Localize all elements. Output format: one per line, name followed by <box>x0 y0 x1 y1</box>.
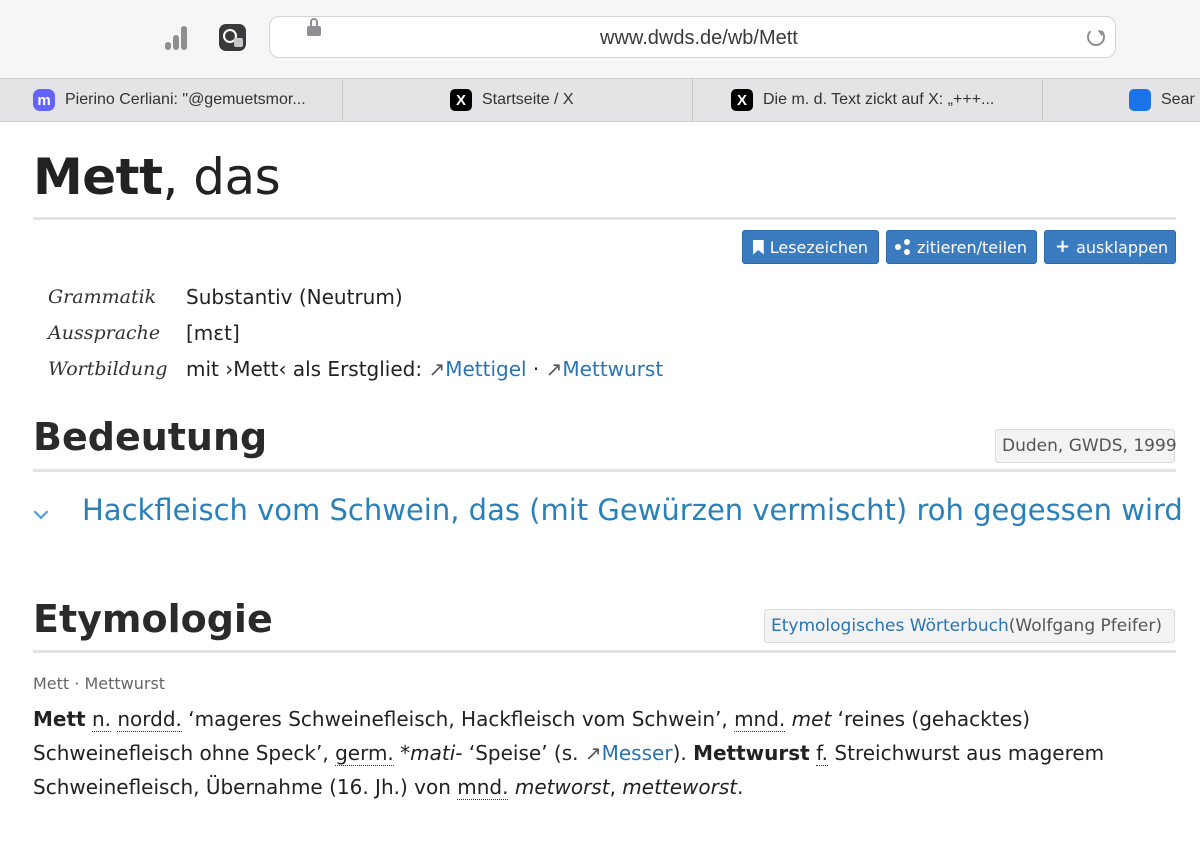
abbr-language[interactable]: mnd. <box>457 775 509 800</box>
etym-form: metteworst <box>622 775 738 799</box>
bookmark-button[interactable]: Lesezeichen <box>742 230 879 264</box>
etymology-text: Mett n. nordd. ‘mageres Schweinefleisch,… <box>33 702 1173 804</box>
etym-text: ‘mageres Schweinefleisch, Hackfleisch vo… <box>181 707 735 731</box>
etym-form: metworst <box>514 775 610 799</box>
etym-form: met <box>791 707 832 731</box>
article: , das <box>162 148 281 206</box>
tab-mastodon[interactable]: m Pierino Cerliani: "@gemuetsmor... <box>0 79 343 121</box>
grammatik-value: Substantiv (Neutrum) <box>186 285 403 309</box>
url-text[interactable]: www.dwds.de/wb/Mett <box>600 27 798 50</box>
etym-text: . <box>737 775 744 799</box>
plus-icon: + <box>1055 236 1071 257</box>
link-mettigel[interactable]: Mettigel <box>445 357 526 381</box>
tab-search[interactable]: Sear <box>1043 79 1200 121</box>
etym-form: *mati- <box>400 741 463 765</box>
etym-text: ‘Speise’ (s. <box>462 741 585 765</box>
bookmark-icon <box>753 239 764 255</box>
tab-label: Startseite / X <box>482 91 574 108</box>
abbr-region[interactable]: nordd. <box>117 707 182 732</box>
meaning-text: Hackfleisch vom Schwein, das (mit Gewürz… <box>82 493 1183 527</box>
mastodon-icon: m <box>33 89 55 111</box>
page-title: Mett, das <box>33 148 281 206</box>
tab-label: Pierino Cerliani: "@gemuetsmor... <box>65 91 306 108</box>
lock-icon <box>307 18 321 36</box>
arrow-ne-icon: ↗ <box>545 357 563 381</box>
grammatik-label: Grammatik <box>48 286 157 308</box>
abbr-language[interactable]: mnd. <box>734 707 786 732</box>
aussprache-label: Aussprache <box>48 322 161 344</box>
x-icon: X <box>731 89 753 111</box>
bedeutung-heading: Bedeutung <box>33 415 268 459</box>
signal-bars-icon[interactable] <box>163 22 191 50</box>
bedeutung-source: Duden, GWDS, 1999 <box>995 429 1177 463</box>
etym-text: ). <box>672 741 694 765</box>
abbr-language[interactable]: germ. <box>335 741 394 766</box>
x-icon: X <box>450 89 472 111</box>
cite-share-button[interactable]: zitieren/teilen <box>886 230 1037 264</box>
headword: Mettwurst <box>693 741 810 765</box>
etymologie-source: Etymologisches Wörterbuch (Wolfgang Pfei… <box>764 609 1175 643</box>
tab-x-home[interactable]: X Startseite / X <box>343 79 693 121</box>
wortbildung-value: mit ›Mett‹ als Erstglied: ↗Mettigel · ↗M… <box>186 357 664 381</box>
wortbildung-label: Wortbildung <box>48 358 168 380</box>
bookmark-label: Lesezeichen <box>769 237 868 257</box>
etymology-subheading: Mett · Mettwurst <box>33 674 166 693</box>
chevron-down-icon[interactable] <box>33 504 49 520</box>
etym-text: , <box>609 775 623 799</box>
tab-x-post[interactable]: X Die m. d. Text zickt auf X: „+++... <box>693 79 1043 121</box>
reload-icon[interactable] <box>1087 28 1105 46</box>
aussprache-value: [mɛt] <box>186 321 240 345</box>
arrow-ne-icon: ↗ <box>584 741 602 765</box>
lemma: Mett <box>33 148 163 206</box>
bedeutung-divider <box>33 469 1176 472</box>
search-icon <box>1129 89 1151 111</box>
extension-icon[interactable] <box>219 24 246 51</box>
tab-bar: m Pierino Cerliani: "@gemuetsmor... X St… <box>0 78 1200 122</box>
title-divider <box>33 217 1176 220</box>
link-mettwurst[interactable]: Mettwurst <box>562 357 663 381</box>
wortbildung-prefix: mit ›Mett‹ als Erstglied: <box>186 357 423 381</box>
cite-share-label: zitieren/teilen <box>917 237 1027 257</box>
link-messer[interactable]: Messer <box>602 741 673 765</box>
tab-label: Die m. d. Text zickt auf X: „+++... <box>763 91 995 108</box>
expand-label: ausklappen <box>1076 237 1169 257</box>
etymologie-divider <box>33 650 1176 653</box>
share-icon <box>895 239 911 255</box>
etymologie-heading: Etymologie <box>33 597 273 641</box>
abbr-gender[interactable]: f. <box>816 741 829 766</box>
etym-dictionary-link[interactable]: Etymologisches Wörterbuch <box>771 616 1009 636</box>
tab-label: Sear <box>1161 91 1195 108</box>
headword: Mett <box>33 707 86 731</box>
browser-toolbar: www.dwds.de/wb/Mett <box>0 0 1200 78</box>
etym-author: (Wolfgang Pfeifer) <box>1008 616 1162 636</box>
abbr-gender[interactable]: n. <box>91 707 111 732</box>
arrow-ne-icon: ↗ <box>428 357 446 381</box>
expand-button[interactable]: + ausklappen <box>1044 230 1176 264</box>
